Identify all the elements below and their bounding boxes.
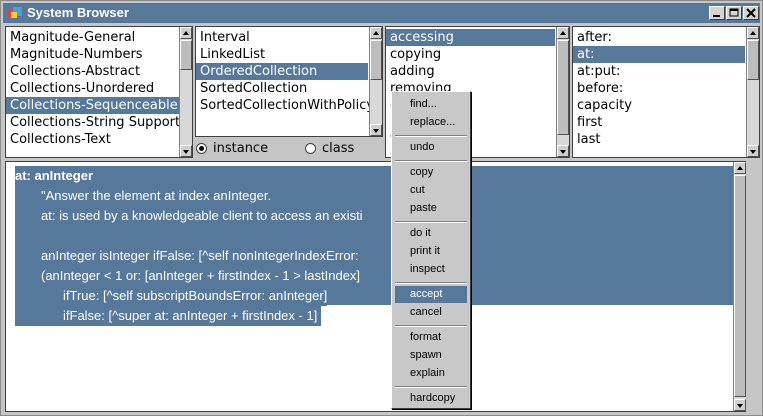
code-scrollbar[interactable] (733, 162, 746, 411)
code-line: at: anInteger (15, 166, 94, 186)
method-item[interactable]: capacity (573, 97, 759, 114)
minimize-button[interactable] (709, 6, 725, 20)
menu-item-cancel[interactable]: cancel (395, 304, 467, 321)
menu-item-paste[interactable]: paste (395, 200, 467, 217)
method-scrollbar[interactable] (746, 27, 759, 157)
protocol-scrollbar[interactable] (556, 27, 569, 157)
close-icon (746, 8, 756, 18)
scroll-down-icon[interactable] (180, 145, 192, 157)
maximize-icon (729, 8, 739, 17)
method-item-selected[interactable]: at: (573, 46, 745, 63)
category-item-selected[interactable]: Collections-Sequenceable (6, 97, 192, 114)
instance-label[interactable]: instance (213, 140, 268, 158)
method-item[interactable]: at:put: (573, 63, 759, 80)
method-item[interactable]: last (573, 131, 759, 148)
menu-item-accept[interactable]: accept (395, 286, 467, 303)
protocol-item[interactable]: adding (386, 63, 569, 80)
class-item-selected[interactable]: OrderedCollection (196, 63, 368, 80)
category-list[interactable]: Magnitude-General Magnitude-Numbers Coll… (5, 26, 193, 158)
code-line: (anInteger < 1 or: [anInteger + firstInd… (15, 266, 361, 286)
menu-separator (395, 386, 467, 388)
code-line: at: is used by a knowledgeable client to… (15, 206, 363, 226)
protocol-item-selected[interactable]: accessing (386, 29, 555, 46)
code-line: ifFalse: [^super at: anInteger + firstIn… (15, 306, 322, 326)
menu-item-replace[interactable]: replace... (395, 114, 467, 131)
minimize-icon (713, 15, 720, 17)
scroll-up-icon[interactable] (557, 27, 569, 39)
class-label[interactable]: class (322, 140, 354, 158)
category-item[interactable]: Collections-Abstract (6, 63, 192, 80)
menu-item-hardcopy[interactable]: hardcopy (395, 390, 467, 407)
scroll-down-icon[interactable] (557, 145, 569, 157)
menu-item-print-it[interactable]: print it (395, 243, 467, 260)
scroll-up-icon[interactable] (370, 27, 382, 39)
class-item[interactable]: LinkedList (196, 46, 382, 63)
menu-item-find[interactable]: find... (395, 96, 467, 113)
maximize-button[interactable] (726, 6, 742, 20)
method-list[interactable]: after: at: at:put: before: capacity firs… (572, 26, 760, 158)
method-item[interactable]: after: (573, 29, 759, 46)
menu-item-inspect[interactable]: inspect (395, 261, 467, 278)
code-editor[interactable]: at: anInteger "Answer the element at ind… (5, 161, 746, 412)
code-line: "Answer the element at index anInteger. (15, 186, 272, 206)
menu-separator (395, 282, 467, 284)
scroll-thumb[interactable] (747, 40, 759, 80)
system-browser-window: System Browser Magnitude-General Magnitu… (0, 0, 763, 416)
class-item[interactable]: Interval (196, 29, 382, 46)
scroll-thumb[interactable] (734, 175, 746, 397)
code-line: anInteger isInteger ifFalse: [^self nonI… (15, 246, 359, 266)
close-button[interactable] (743, 6, 759, 20)
menu-item-explain[interactable]: explain (395, 365, 467, 382)
class-list[interactable]: Interval LinkedList OrderedCollection So… (195, 26, 383, 137)
menu-separator (395, 135, 467, 137)
menu-item-cut[interactable]: cut (395, 182, 467, 199)
method-item[interactable]: before: (573, 80, 759, 97)
class-radio[interactable] (305, 143, 316, 154)
protocol-item[interactable]: copying (386, 46, 569, 63)
scroll-thumb[interactable] (557, 40, 569, 135)
class-item[interactable]: SortedCollection (196, 80, 382, 97)
category-scrollbar[interactable] (179, 27, 192, 157)
instance-radio[interactable] (196, 143, 207, 154)
window-title: System Browser (27, 5, 129, 20)
scroll-up-icon[interactable] (180, 27, 192, 39)
class-scrollbar[interactable] (369, 27, 382, 136)
menu-separator (395, 221, 467, 223)
context-menu: find... replace... undo copy cut paste d… (391, 91, 471, 409)
method-item[interactable]: first (573, 114, 759, 131)
menu-item-do-it[interactable]: do it (395, 225, 467, 242)
scroll-up-icon[interactable] (747, 27, 759, 39)
menu-item-copy[interactable]: copy (395, 164, 467, 181)
class-item[interactable]: SortedCollectionWithPolicy (196, 97, 382, 114)
menu-separator (395, 160, 467, 162)
category-item[interactable]: Magnitude-General (6, 29, 192, 46)
menu-item-undo[interactable]: undo (395, 139, 467, 156)
menu-item-spawn[interactable]: spawn (395, 347, 467, 364)
menu-item-format[interactable]: format (395, 329, 467, 346)
app-icon (8, 7, 22, 18)
scroll-thumb[interactable] (370, 40, 382, 80)
category-item[interactable]: Collections-Unordered (6, 80, 192, 97)
scroll-down-icon[interactable] (747, 145, 759, 157)
category-item[interactable]: Collections-Text (6, 131, 192, 148)
category-item[interactable]: Collections-String Support (6, 114, 192, 131)
scroll-down-icon[interactable] (370, 124, 382, 136)
title-bar[interactable]: System Browser (3, 3, 760, 23)
menu-separator (395, 325, 467, 327)
category-item[interactable]: Magnitude-Numbers (6, 46, 192, 63)
scroll-up-icon[interactable] (734, 162, 746, 174)
scroll-down-icon[interactable] (734, 399, 746, 411)
code-line: ifTrue: [^self subscriptBoundsError: anI… (15, 286, 328, 306)
scroll-thumb[interactable] (180, 40, 192, 70)
